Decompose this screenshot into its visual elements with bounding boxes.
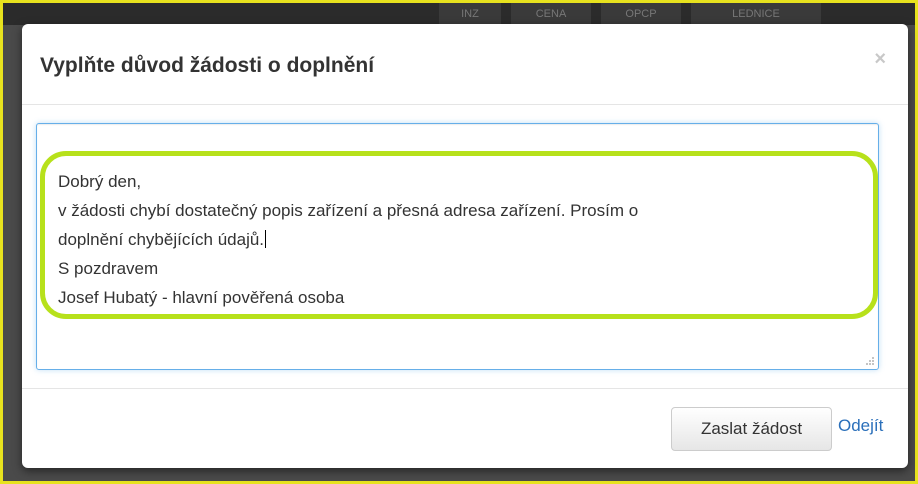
textarea-line-with-caret: doplnění chybějících údajů. — [58, 225, 638, 254]
textarea-content: Dobrý den, v žádosti chybí dostatečný po… — [58, 167, 638, 312]
background-tab: CENA — [511, 3, 591, 25]
resize-grip-icon[interactable] — [865, 356, 875, 366]
text-caret — [265, 230, 267, 248]
background-tab: OPCP — [601, 3, 681, 25]
close-icon[interactable]: × — [874, 48, 886, 71]
textarea-line: doplnění chybějících údajů. — [58, 230, 265, 249]
textarea-line: S pozdravem — [58, 259, 159, 278]
modal-footer: Zaslat žádost Odejít — [22, 388, 908, 468]
background-tab: INZ — [439, 3, 501, 25]
modal-title: Vyplňte důvod žádosti o doplnění — [40, 54, 375, 77]
background-navbar: INZ CENA OPCP LEDNICE — [3, 3, 915, 25]
background-tab: LEDNICE — [691, 3, 821, 25]
textarea-line: v žádosti chybí dostatečný popis zařízen… — [58, 201, 639, 220]
modal-body: Dobrý den, v žádosti chybí dostatečný po… — [22, 105, 908, 388]
modal-header: Vyplňte důvod žádosti o doplnění × — [22, 24, 908, 105]
leave-link[interactable]: Odejít — [838, 416, 883, 436]
textarea-line: Dobrý den, — [58, 172, 142, 191]
textarea-line: Josef Hubatý - hlavní pověřená osoba — [58, 288, 345, 307]
submit-request-button[interactable]: Zaslat žádost — [671, 407, 832, 451]
request-modal: Vyplňte důvod žádosti o doplnění × Dobrý… — [22, 24, 908, 468]
